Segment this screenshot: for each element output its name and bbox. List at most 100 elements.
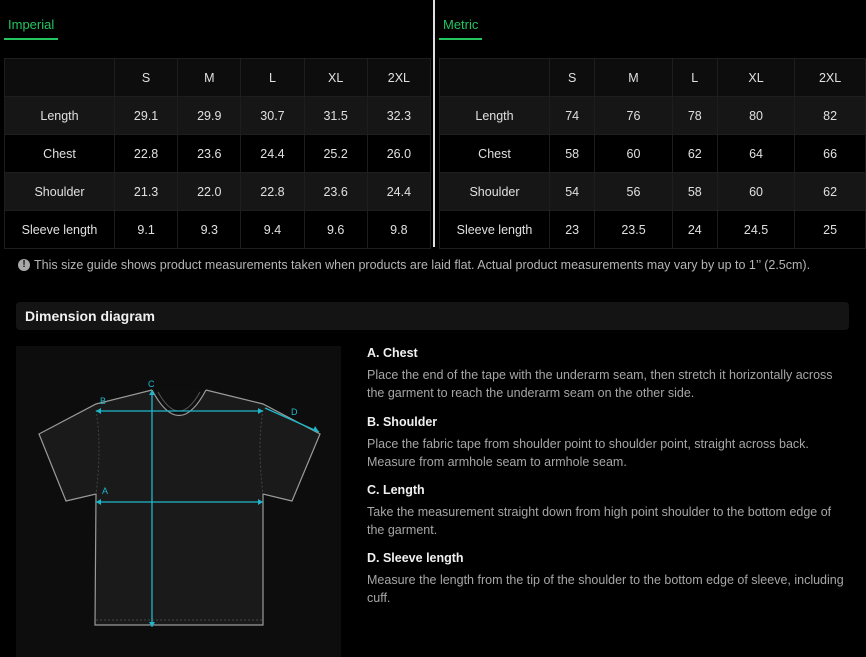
row-label: Chest xyxy=(439,134,550,173)
table-cell: 64 xyxy=(716,134,796,173)
header-cell: 2XL xyxy=(366,58,432,97)
chest-description: A. Chest Place the end of the tape with … xyxy=(367,346,847,402)
shoulder-description: B. Shoulder Place the fabric tape from s… xyxy=(367,415,847,471)
table-row: Chest 58 60 62 64 66 xyxy=(439,134,866,173)
note-text: This size guide shows product measuremen… xyxy=(34,258,811,272)
table-cell: 9.1 xyxy=(113,210,179,249)
tab-metric[interactable]: Metric xyxy=(439,17,483,40)
table-cell: 22.8 xyxy=(240,172,305,211)
section-title: Dimension diagram xyxy=(25,308,155,324)
shoulder-title: B. Shoulder xyxy=(367,415,438,429)
diagram-label-b: B xyxy=(100,396,106,406)
row-label: Shoulder xyxy=(439,172,550,211)
table-row: Length 74 76 78 80 82 xyxy=(439,96,866,135)
table-cell: 66 xyxy=(794,134,866,173)
header-cell xyxy=(4,58,115,97)
table-cell: 9.6 xyxy=(303,210,368,249)
table-cell: 74 xyxy=(548,96,596,135)
diagram-label-d: D xyxy=(291,407,298,417)
table-cell: 9.3 xyxy=(177,210,242,249)
length-description: C. Length Take the measurement straight … xyxy=(367,483,847,539)
table-cell: 22.8 xyxy=(113,134,179,173)
info-icon: ! xyxy=(18,259,30,271)
table-cell: 23 xyxy=(548,210,596,249)
diagram-label-a: A xyxy=(102,486,108,496)
table-cell: 29.1 xyxy=(113,96,179,135)
table-row: Shoulder 54 56 58 60 62 xyxy=(439,172,866,211)
tshirt-diagram: C B D A xyxy=(16,346,341,657)
shoulder-text: Place the fabric tape from shoulder poin… xyxy=(367,437,809,469)
table-cell: 24.4 xyxy=(240,134,305,173)
table-cell: 30.7 xyxy=(240,96,305,135)
sleeve-title: D. Sleeve length xyxy=(367,551,464,565)
table-cell: 54 xyxy=(548,172,596,211)
table-cell: 78 xyxy=(671,96,718,135)
table-cell: 31.5 xyxy=(303,96,368,135)
table-cell: 25.2 xyxy=(303,134,368,173)
header-cell: XL xyxy=(716,58,796,97)
header-cell: S xyxy=(113,58,179,97)
shirt-outline xyxy=(38,389,321,626)
chest-title: A. Chest xyxy=(367,346,418,360)
header-cell: M xyxy=(594,58,673,97)
header-cell: M xyxy=(177,58,242,97)
sleeve-text: Measure the length from the tip of the s… xyxy=(367,573,844,605)
metric-size-table: S M L XL 2XL Length 74 76 78 80 82 Chest… xyxy=(439,58,866,249)
row-label: Length xyxy=(439,96,550,135)
table-cell: 76 xyxy=(594,96,673,135)
panel-divider xyxy=(433,0,435,247)
table-cell: 23.6 xyxy=(177,134,242,173)
table-row: Shoulder 21.3 22.0 22.8 23.6 24.4 xyxy=(4,172,432,211)
table-cell: 32.3 xyxy=(366,96,432,135)
table-cell: 9.4 xyxy=(240,210,305,249)
header-cell xyxy=(439,58,550,97)
sleeve-description: D. Sleeve length Measure the length from… xyxy=(367,551,847,607)
row-label: Sleeve length xyxy=(4,210,115,249)
table-header-row: S M L XL 2XL xyxy=(439,58,866,97)
table-cell: 82 xyxy=(794,96,866,135)
imperial-size-table: S M L XL 2XL Length 29.1 29.9 30.7 31.5 … xyxy=(4,58,432,249)
table-cell: 24 xyxy=(671,210,718,249)
length-title: C. Length xyxy=(367,483,425,497)
table-cell: 22.0 xyxy=(177,172,242,211)
imperial-panel: Imperial S M L XL 2XL Length 29.1 29.9 3… xyxy=(4,0,432,249)
header-cell: L xyxy=(240,58,305,97)
header-cell: S xyxy=(548,58,596,97)
header-cell: L xyxy=(671,58,718,97)
table-cell: 23.5 xyxy=(594,210,673,249)
table-cell: 58 xyxy=(671,172,718,211)
header-cell: 2XL xyxy=(794,58,866,97)
table-cell: 25 xyxy=(794,210,866,249)
row-label: Sleeve length xyxy=(439,210,550,249)
diagram-label-c: C xyxy=(148,379,155,389)
row-label: Length xyxy=(4,96,115,135)
metric-panel: Metric S M L XL 2XL Length 74 76 78 80 8… xyxy=(439,0,866,249)
table-cell: 21.3 xyxy=(113,172,179,211)
table-cell: 56 xyxy=(594,172,673,211)
tab-imperial[interactable]: Imperial xyxy=(4,17,59,40)
size-guide-note: ! This size guide shows product measurem… xyxy=(18,258,810,272)
table-row: Length 29.1 29.9 30.7 31.5 32.3 xyxy=(4,96,432,135)
table-cell: 60 xyxy=(716,172,796,211)
table-cell: 62 xyxy=(794,172,866,211)
sleeve-arrowhead xyxy=(313,426,319,432)
tshirt-illustration: C B D A xyxy=(38,379,321,627)
table-row: Chest 22.8 23.6 24.4 25.2 26.0 xyxy=(4,134,432,173)
row-label: Chest xyxy=(4,134,115,173)
table-row: Sleeve length 23 23.5 24 24.5 25 xyxy=(439,210,866,249)
table-cell: 29.9 xyxy=(177,96,242,135)
table-row: Sleeve length 9.1 9.3 9.4 9.6 9.8 xyxy=(4,210,432,249)
table-cell: 24.4 xyxy=(366,172,432,211)
table-cell: 26.0 xyxy=(366,134,432,173)
table-cell: 58 xyxy=(548,134,596,173)
header-cell: XL xyxy=(303,58,368,97)
length-text: Take the measurement straight down from … xyxy=(367,505,832,537)
table-header-row: S M L XL 2XL xyxy=(4,58,432,97)
table-cell: 23.6 xyxy=(303,172,368,211)
dimension-diagram-header: Dimension diagram xyxy=(16,302,849,330)
row-label: Shoulder xyxy=(4,172,115,211)
table-cell: 80 xyxy=(716,96,796,135)
table-cell: 60 xyxy=(594,134,673,173)
chest-text: Place the end of the tape with the under… xyxy=(367,368,833,400)
table-cell: 24.5 xyxy=(716,210,796,249)
